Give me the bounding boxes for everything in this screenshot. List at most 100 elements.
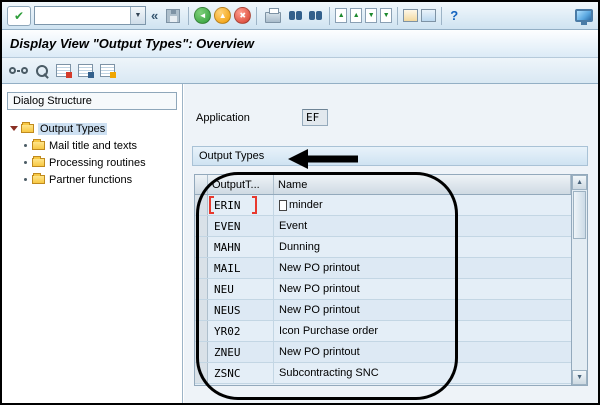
last-page-icon[interactable]: ▼ — [380, 8, 392, 23]
vertical-scrollbar[interactable]: ▲ ▼ — [571, 175, 587, 385]
table-row[interactable]: MAIL New PO printout — [195, 258, 571, 279]
save-icon[interactable] — [166, 9, 180, 23]
row-select-cell[interactable] — [195, 300, 208, 320]
folder-icon — [32, 141, 45, 150]
output-type-cell[interactable]: EVEN — [208, 216, 274, 236]
application-toolbar — [2, 58, 598, 84]
previous-page-icon[interactable]: ▲ — [350, 8, 362, 23]
name-value: Event — [279, 220, 307, 232]
tree-node-label[interactable]: Partner functions — [49, 174, 132, 186]
scrollbar-track[interactable] — [572, 240, 587, 370]
create-shortcut-icon[interactable] — [421, 9, 436, 22]
name-cell[interactable]: Event — [274, 216, 571, 236]
application-field[interactable]: EF — [302, 109, 328, 126]
folder-icon — [32, 175, 45, 184]
tree-node-partner-functions[interactable]: Partner functions — [10, 171, 182, 188]
expand-triangle-icon[interactable] — [10, 126, 18, 131]
name-cell[interactable]: New PO printout — [274, 300, 571, 320]
tree-node-label[interactable]: Mail title and texts — [49, 140, 137, 152]
output-type-cell[interactable]: NEUS — [208, 300, 274, 320]
name-cell[interactable]: Icon Purchase order — [274, 321, 571, 341]
row-select-cell[interactable] — [195, 363, 208, 383]
first-page-icon[interactable]: ▲ — [335, 8, 347, 23]
row-select-cell[interactable] — [195, 321, 208, 341]
table-new-entries-icon[interactable] — [56, 64, 71, 77]
table-row[interactable]: MAHN Dunning — [195, 237, 571, 258]
help-icon[interactable]: ? — [447, 8, 461, 23]
folder-icon — [21, 124, 34, 133]
tree-node-output-types[interactable]: Output Types — [10, 120, 182, 137]
tree-node-processing-routines[interactable]: Processing routines — [10, 154, 182, 171]
table-row[interactable]: NEUS New PO printout — [195, 300, 571, 321]
row-select-cell[interactable] — [195, 216, 208, 236]
enter-button[interactable]: ✔ — [7, 6, 31, 26]
display-change-icon[interactable] — [9, 67, 28, 74]
command-input[interactable] — [35, 8, 130, 23]
lens — [316, 11, 322, 20]
name-cell[interactable]: Dunning — [274, 237, 571, 257]
row-select-cell[interactable] — [195, 258, 208, 278]
table-row[interactable]: ZSNC Subcontracting SNC — [195, 363, 571, 384]
name-cell[interactable]: minder — [274, 195, 571, 215]
output-type-value: NEU — [214, 283, 234, 296]
column-header-output-type[interactable]: OutputT... — [208, 175, 274, 194]
table-copy-icon[interactable] — [78, 64, 93, 77]
sap-window: ✔ ▼ « ◄ ▲ ✖ ▲ ▲ ▼ ▼ ? Display View "Outp… — [0, 0, 600, 405]
output-type-cell[interactable]: ZNEU — [208, 342, 274, 362]
exit-button[interactable]: ▲ — [214, 7, 231, 24]
table-row[interactable]: ERIN minder — [195, 195, 571, 216]
lens — [309, 11, 315, 20]
output-type-cell[interactable]: MAHN — [208, 237, 274, 257]
chevron-down-icon: ▼ — [135, 12, 142, 19]
cancel-button[interactable]: ✖ — [234, 7, 251, 24]
magnifier-icon[interactable] — [35, 64, 49, 78]
select-all-header-cell[interactable] — [195, 175, 208, 194]
command-dropdown-button[interactable]: ▼ — [130, 7, 145, 24]
output-type-cell[interactable]: NEU — [208, 279, 274, 299]
find-next-icon[interactable] — [307, 11, 324, 20]
column-header-name[interactable]: Name — [274, 175, 571, 194]
arrow-down-icon: ▼ — [576, 374, 583, 381]
system-monitor-icon[interactable] — [575, 9, 593, 22]
output-type-cell[interactable]: ERIN — [208, 195, 274, 215]
tree-node-mail-title-and-texts[interactable]: Mail title and texts — [10, 137, 182, 154]
name-cell[interactable]: Subcontracting SNC — [274, 363, 571, 383]
tree-node-label[interactable]: Processing routines — [49, 157, 146, 169]
table-row[interactable]: NEU New PO printout — [195, 279, 571, 300]
scroll-up-button[interactable]: ▲ — [572, 175, 587, 190]
toolbar-separator — [329, 7, 330, 25]
output-type-value: ERIN — [214, 199, 241, 212]
table-row[interactable]: EVEN Event — [195, 216, 571, 237]
command-field[interactable]: ▼ — [34, 6, 146, 25]
next-page-icon[interactable]: ▼ — [365, 8, 377, 23]
arrow-up-icon: ▲ — [353, 12, 360, 19]
tree-node-label[interactable]: Output Types — [38, 123, 107, 135]
name-value: New PO printout — [279, 346, 360, 358]
scroll-down-button[interactable]: ▼ — [572, 370, 587, 385]
lens — [9, 67, 16, 74]
back-button[interactable]: ◄ — [194, 7, 211, 24]
output-type-value: MAHN — [214, 241, 241, 254]
print-icon[interactable] — [265, 12, 281, 23]
name-cell[interactable]: New PO printout — [274, 342, 571, 362]
table-delete-icon[interactable] — [100, 64, 115, 77]
table-row[interactable]: YR02 Icon Purchase order — [195, 321, 571, 342]
scrollbar-thumb[interactable] — [573, 191, 586, 239]
table-row[interactable]: ZNEU New PO printout — [195, 342, 571, 363]
name-cell[interactable]: New PO printout — [274, 258, 571, 278]
row-select-cell[interactable] — [195, 237, 208, 257]
find-icon[interactable] — [287, 11, 304, 20]
main-content: Dialog Structure Output Types Mail title… — [2, 84, 598, 403]
row-select-cell[interactable] — [195, 342, 208, 362]
arrow-up-icon: ▲ — [576, 179, 583, 186]
output-type-cell[interactable]: YR02 — [208, 321, 274, 341]
row-select-cell[interactable] — [195, 195, 208, 215]
name-cell[interactable]: New PO printout — [274, 279, 571, 299]
output-type-cell[interactable]: MAIL — [208, 258, 274, 278]
row-select-cell[interactable] — [195, 279, 208, 299]
collapse-toolbar-icon[interactable]: « — [149, 8, 160, 23]
output-type-cell[interactable]: ZSNC — [208, 363, 274, 383]
new-session-icon[interactable] — [403, 9, 418, 22]
annotation-red-bracket-left — [209, 196, 214, 214]
name-value: New PO printout — [279, 304, 360, 316]
